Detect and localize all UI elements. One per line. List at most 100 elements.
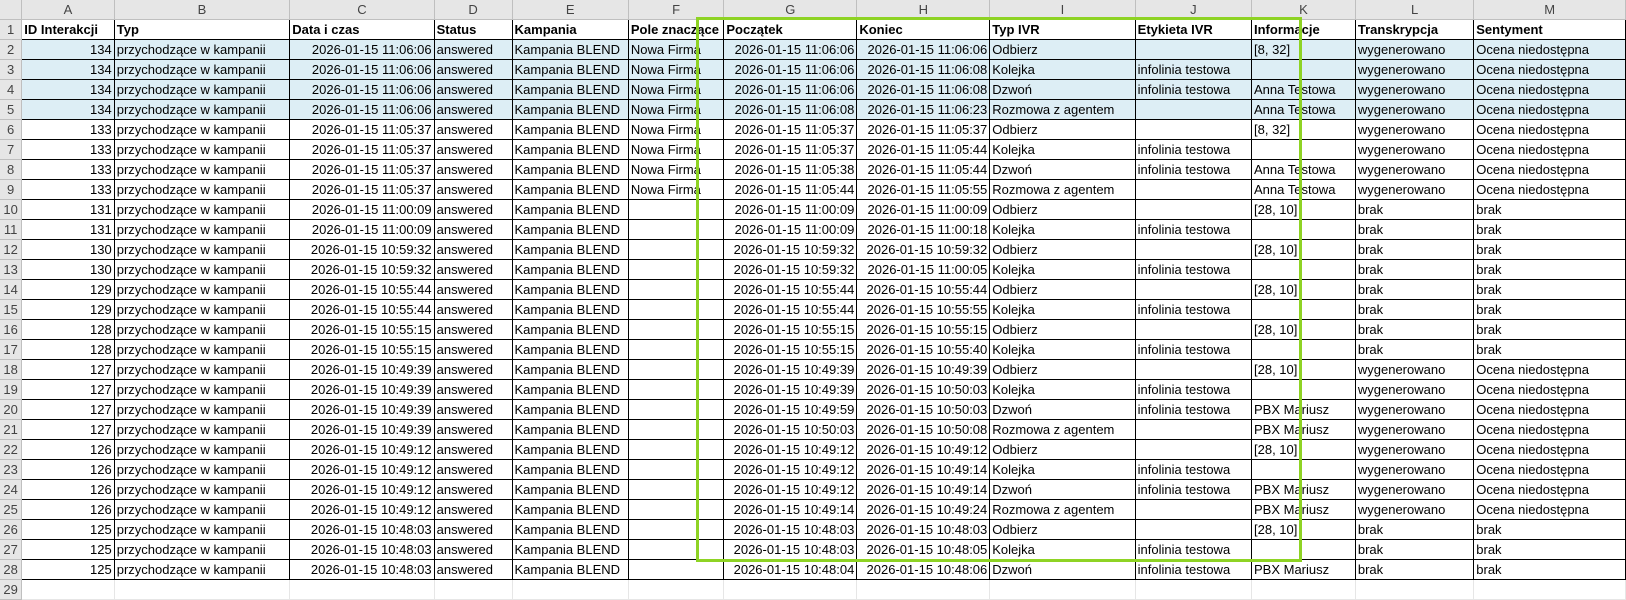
- header-cell[interactable]: Status: [434, 19, 513, 40]
- column-header-j[interactable]: J: [1135, 0, 1253, 20]
- table-cell[interactable]: [1135, 239, 1253, 260]
- table-cell[interactable]: [28, 10]: [1251, 519, 1356, 540]
- table-cell[interactable]: Nowa Firma: [628, 79, 725, 100]
- table-cell[interactable]: Anna Testowa: [1251, 99, 1356, 120]
- column-header-k[interactable]: K: [1251, 0, 1356, 20]
- header-cell[interactable]: Sentyment: [1473, 19, 1626, 40]
- table-cell[interactable]: przychodzące w kampanii: [114, 539, 291, 560]
- table-cell[interactable]: 134: [21, 59, 115, 80]
- table-cell[interactable]: 2026-01-15 10:49:12: [723, 459, 858, 480]
- table-cell[interactable]: Kampania BLEND: [512, 99, 629, 120]
- table-cell[interactable]: 2026-01-15 11:05:37: [723, 139, 858, 160]
- table-cell[interactable]: Odbierz: [989, 519, 1136, 540]
- table-cell[interactable]: wygenerowano: [1355, 119, 1475, 140]
- table-cell[interactable]: 2026-01-15 11:06:08: [723, 99, 858, 120]
- table-cell[interactable]: Kolejka: [989, 539, 1136, 560]
- table-cell[interactable]: brak: [1355, 199, 1475, 220]
- table-cell[interactable]: 2026-01-15 10:49:39: [723, 359, 858, 380]
- table-cell[interactable]: Rozmowa z agentem: [989, 499, 1136, 520]
- table-cell[interactable]: 2026-01-15 11:00:09: [856, 199, 991, 220]
- table-cell[interactable]: Kampania BLEND: [512, 559, 629, 580]
- header-cell[interactable]: Typ IVR: [989, 19, 1136, 40]
- table-cell[interactable]: 2026-01-15 10:49:39: [289, 379, 435, 400]
- table-cell[interactable]: wygenerowano: [1355, 439, 1475, 460]
- table-cell[interactable]: answered: [434, 159, 513, 180]
- table-cell[interactable]: answered: [434, 499, 513, 520]
- table-cell[interactable]: [628, 519, 725, 540]
- select-all-corner[interactable]: [0, 0, 23, 20]
- table-cell[interactable]: Odbierz: [989, 199, 1136, 220]
- table-cell[interactable]: [1251, 259, 1356, 280]
- table-cell[interactable]: 131: [21, 199, 115, 220]
- table-cell[interactable]: 2026-01-15 10:49:39: [289, 399, 435, 420]
- column-header-e[interactable]: E: [512, 0, 629, 20]
- table-cell[interactable]: brak: [1473, 199, 1626, 220]
- table-cell[interactable]: [28, 10]: [1251, 279, 1356, 300]
- table-cell[interactable]: 2026-01-15 10:48:06: [856, 559, 991, 580]
- table-cell[interactable]: 133: [21, 179, 115, 200]
- column-header-a[interactable]: A: [21, 0, 115, 20]
- table-cell[interactable]: wygenerowano: [1355, 159, 1475, 180]
- table-cell[interactable]: [628, 479, 725, 500]
- table-cell[interactable]: [28, 10]: [1251, 439, 1356, 460]
- table-cell[interactable]: wygenerowano: [1355, 379, 1475, 400]
- table-cell[interactable]: answered: [434, 99, 513, 120]
- table-cell[interactable]: wygenerowano: [1355, 139, 1475, 160]
- table-cell[interactable]: 2026-01-15 10:48:03: [289, 519, 435, 540]
- column-header-f[interactable]: F: [628, 0, 725, 20]
- table-cell[interactable]: [628, 459, 725, 480]
- table-cell[interactable]: przychodzące w kampanii: [114, 499, 291, 520]
- row-header[interactable]: 15: [0, 299, 23, 320]
- table-cell[interactable]: 2026-01-15 10:50:08: [856, 419, 991, 440]
- table-cell[interactable]: Ocena niedostępna: [1473, 479, 1626, 500]
- table-cell[interactable]: 2026-01-15 10:49:12: [289, 459, 435, 480]
- table-cell[interactable]: [1251, 299, 1356, 320]
- table-cell[interactable]: Ocena niedostępna: [1473, 439, 1626, 460]
- table-cell[interactable]: Rozmowa z agentem: [989, 99, 1136, 120]
- table-cell[interactable]: 128: [21, 339, 115, 360]
- table-cell[interactable]: 2026-01-15 11:00:09: [289, 219, 435, 240]
- table-cell[interactable]: Anna Testowa: [1251, 79, 1356, 100]
- header-cell[interactable]: ID Interakcji: [21, 19, 115, 40]
- table-cell[interactable]: brak: [1473, 339, 1626, 360]
- row-header[interactable]: 8: [0, 159, 23, 180]
- row-header[interactable]: 6: [0, 119, 23, 140]
- table-cell[interactable]: Nowa Firma: [628, 139, 725, 160]
- table-cell[interactable]: 2026-01-15 11:06:06: [289, 79, 435, 100]
- table-cell[interactable]: brak: [1355, 539, 1475, 560]
- table-cell[interactable]: infolinia testowa: [1135, 399, 1253, 420]
- table-cell[interactable]: Ocena niedostępna: [1473, 379, 1626, 400]
- table-cell[interactable]: 134: [21, 39, 115, 60]
- table-cell[interactable]: brak: [1473, 539, 1626, 560]
- table-cell[interactable]: przychodzące w kampanii: [114, 159, 291, 180]
- table-cell[interactable]: Kampania BLEND: [512, 359, 629, 380]
- table-cell[interactable]: Ocena niedostępna: [1473, 99, 1626, 120]
- table-cell[interactable]: [1135, 279, 1253, 300]
- table-cell[interactable]: [1251, 539, 1356, 560]
- table-cell[interactable]: 2026-01-15 10:48:03: [289, 559, 435, 580]
- table-cell[interactable]: 2026-01-15 10:49:39: [289, 359, 435, 380]
- table-cell[interactable]: answered: [434, 119, 513, 140]
- table-cell[interactable]: 2026-01-15 11:05:44: [856, 159, 991, 180]
- table-cell[interactable]: Odbierz: [989, 119, 1136, 140]
- table-cell[interactable]: 2026-01-15 10:55:44: [856, 279, 991, 300]
- table-cell[interactable]: Kampania BLEND: [512, 139, 629, 160]
- table-cell[interactable]: 2026-01-15 11:05:37: [723, 119, 858, 140]
- row-header[interactable]: 1: [0, 19, 23, 40]
- table-cell[interactable]: 126: [21, 439, 115, 460]
- table-cell[interactable]: [114, 579, 291, 600]
- header-cell[interactable]: Informacje: [1251, 19, 1356, 40]
- table-cell[interactable]: [1135, 39, 1253, 60]
- column-header-i[interactable]: I: [989, 0, 1136, 20]
- table-cell[interactable]: Ocena niedostępna: [1473, 119, 1626, 140]
- table-cell[interactable]: przychodzące w kampanii: [114, 259, 291, 280]
- table-cell[interactable]: infolinia testowa: [1135, 539, 1253, 560]
- table-cell[interactable]: brak: [1473, 319, 1626, 340]
- row-header[interactable]: 29: [0, 579, 23, 600]
- table-cell[interactable]: 2026-01-15 11:00:09: [723, 219, 858, 240]
- table-cell[interactable]: 134: [21, 79, 115, 100]
- table-cell[interactable]: 125: [21, 519, 115, 540]
- table-cell[interactable]: Kampania BLEND: [512, 39, 629, 60]
- table-cell[interactable]: [628, 239, 725, 260]
- table-cell[interactable]: Ocena niedostępna: [1473, 139, 1626, 160]
